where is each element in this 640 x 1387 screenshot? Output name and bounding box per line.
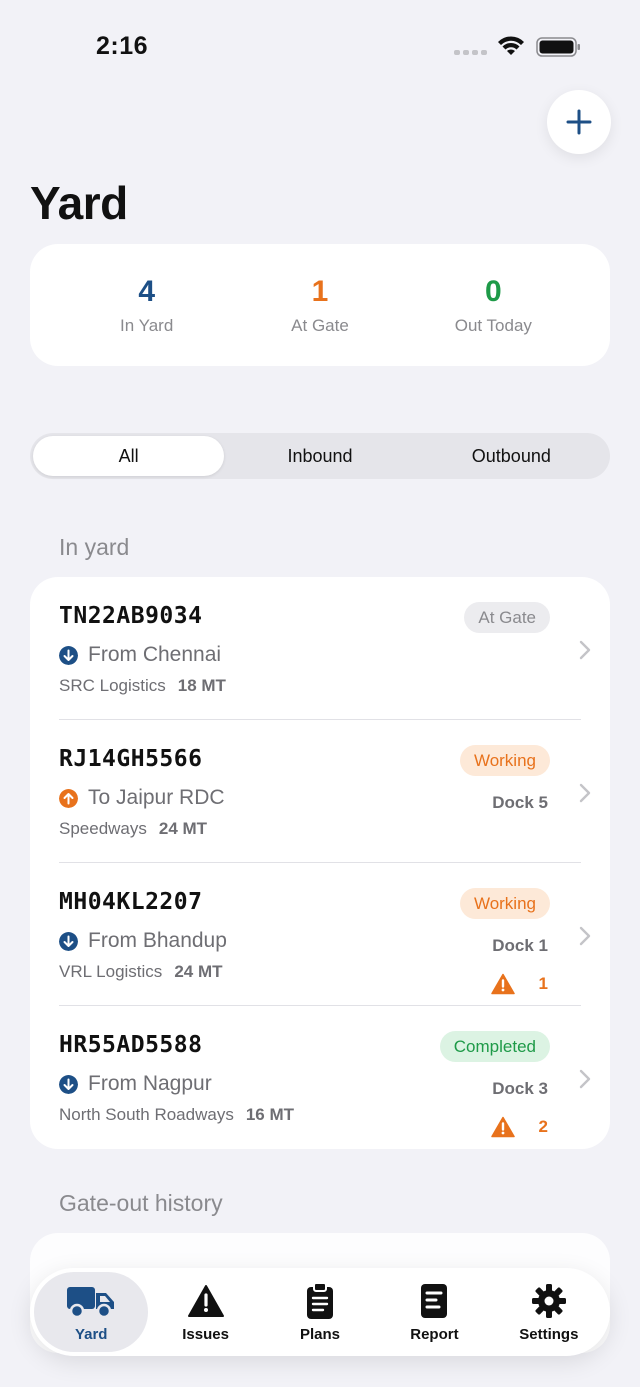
tab-label: Settings	[519, 1325, 579, 1343]
in-yard-list: TN22AB9034 From Chennai SRC Logistics 18 …	[30, 577, 610, 1149]
warning-icon	[187, 1282, 225, 1320]
stat-label: Out Today	[454, 316, 532, 335]
truck-icon	[65, 1282, 117, 1320]
chevron-right-icon	[579, 640, 591, 660]
vehicle-row[interactable]: HR55AD5588 From Nagpur North South Roadw…	[30, 1006, 610, 1149]
status-badge: Working	[459, 745, 550, 776]
section-title-in-yard: In yard	[59, 534, 130, 560]
vehicle-meta: Speedways 24 MT	[59, 819, 207, 839]
vehicle-route: To Jaipur RDC	[59, 786, 225, 810]
vehicle-row[interactable]: MH04KL2207 From Bhandup VRL Logistics 24 …	[30, 863, 610, 1006]
gear-icon	[531, 1282, 567, 1320]
route-text: From Chennai	[88, 643, 222, 666]
stat-at-gate: 1 At Gate	[245, 274, 395, 336]
dock-label: Dock 3	[492, 1079, 548, 1098]
inbound-arrow-icon	[59, 931, 78, 951]
segment-inbound[interactable]: Inbound	[224, 436, 415, 476]
page-title: Yard	[30, 177, 128, 229]
carrier-name: Speedways	[59, 819, 147, 838]
stat-value: 4	[138, 275, 155, 308]
tab-plans[interactable]: Plans	[263, 1272, 377, 1352]
add-vehicle-button[interactable]	[547, 90, 611, 154]
route-text: From Bhandup	[88, 929, 227, 952]
wifi-icon	[498, 36, 524, 55]
segment-outbound[interactable]: Outbound	[416, 436, 607, 476]
tab-label: Report	[410, 1325, 459, 1343]
vehicle-plate: HR55AD5588	[59, 1032, 203, 1058]
status-bar: 2:16	[0, 0, 640, 90]
status-badge: Working	[459, 888, 550, 919]
cellular-signal-icon	[454, 50, 488, 56]
load-weight: 16 MT	[245, 1105, 295, 1124]
load-weight: 18 MT	[177, 676, 226, 695]
stat-label: In Yard	[120, 316, 174, 335]
issue-count: 2	[490, 1116, 548, 1138]
tab-label: Issues	[182, 1325, 229, 1343]
warning-icon	[490, 973, 515, 995]
chevron-right-icon	[579, 1069, 591, 1089]
status-badge: Completed	[439, 1031, 550, 1062]
section-title-history: Gate-out history	[59, 1190, 223, 1216]
tab-label: Plans	[300, 1325, 341, 1343]
vehicle-meta: North South Roadways 16 MT	[59, 1105, 294, 1125]
tab-bar: Yard Issues Plans Report Settings	[30, 1268, 610, 1356]
chevron-right-icon	[579, 926, 591, 946]
load-weight: 24 MT	[158, 819, 208, 838]
stat-value: 0	[484, 275, 502, 308]
status-time: 2:16	[96, 32, 149, 60]
inbound-arrow-icon	[59, 645, 78, 665]
route-text: From Nagpur	[88, 1072, 212, 1095]
vehicle-meta: SRC Logistics 18 MT	[59, 676, 226, 696]
stat-value: 1	[311, 275, 329, 308]
dock-label: Dock 5	[492, 793, 548, 812]
direction-filter: All Inbound Outbound	[30, 433, 610, 479]
vehicle-plate: TN22AB9034	[59, 603, 203, 629]
report-icon	[419, 1282, 449, 1320]
status-badge: At Gate	[464, 602, 550, 633]
tab-settings[interactable]: Settings	[492, 1272, 606, 1352]
vehicle-plate: MH04KL2207	[59, 889, 203, 915]
vehicle-route: From Nagpur	[59, 1072, 212, 1096]
stat-label: At Gate	[291, 316, 349, 335]
warning-icon	[490, 1116, 515, 1138]
tab-label: Yard	[74, 1325, 108, 1343]
issue-number: 1	[538, 974, 548, 993]
tab-issues[interactable]: Issues	[148, 1272, 262, 1352]
issue-number: 2	[538, 1117, 548, 1136]
dock-label: Dock 1	[492, 936, 548, 955]
vehicle-route: From Bhandup	[59, 929, 227, 953]
outbound-arrow-icon	[59, 788, 78, 808]
plus-icon	[566, 109, 592, 135]
carrier-name: North South Roadways	[59, 1105, 234, 1124]
vehicle-row[interactable]: RJ14GH5566 To Jaipur RDC Speedways 24 MT …	[30, 720, 610, 863]
clipboard-icon	[305, 1281, 335, 1320]
tab-yard[interactable]: Yard	[34, 1272, 149, 1352]
segment-all[interactable]: All	[33, 436, 225, 476]
route-text: To Jaipur RDC	[88, 786, 225, 809]
carrier-name: SRC Logistics	[59, 676, 166, 695]
issue-count: 1	[490, 973, 548, 995]
load-weight: 24 MT	[174, 962, 223, 981]
stat-in-yard: 4 In Yard	[72, 274, 222, 336]
yard-stats-card: 4 In Yard 1 At Gate 0 Out Today	[30, 244, 610, 366]
tab-report[interactable]: Report	[377, 1272, 491, 1352]
carrier-name: VRL Logistics	[59, 962, 163, 981]
inbound-arrow-icon	[59, 1074, 78, 1094]
stat-out-today: 0 Out Today	[418, 274, 568, 336]
vehicle-route: From Chennai	[59, 643, 221, 667]
battery-icon	[536, 37, 580, 57]
chevron-right-icon	[579, 783, 591, 803]
vehicle-plate: RJ14GH5566	[59, 746, 203, 772]
vehicle-meta: VRL Logistics 24 MT	[59, 962, 223, 982]
vehicle-row[interactable]: TN22AB9034 From Chennai SRC Logistics 18 …	[30, 577, 610, 720]
